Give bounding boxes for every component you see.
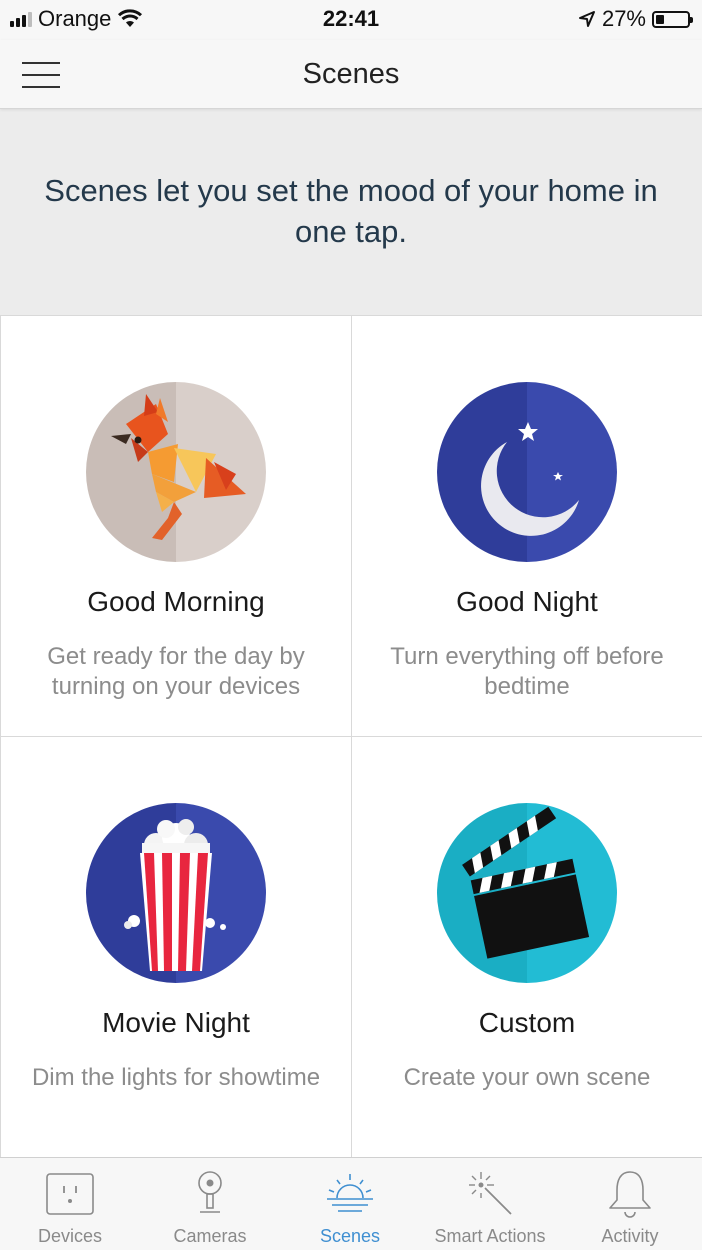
page-title: Scenes [302,58,400,90]
scene-title: Custom [478,1007,576,1038]
scene-card-good-morning[interactable]: Good Morning Get ready for the day by tu… [0,315,351,736]
status-bar: Orange 22:41 27% [0,0,702,40]
scene-card-movie-night[interactable]: Movie Night Dim the lights for showtime [0,736,351,1157]
tab-activity[interactable]: Activity [560,1158,700,1250]
outlet-icon [46,1173,94,1215]
tab-scenes[interactable]: Scenes [280,1158,420,1250]
scene-title: Good Night [456,586,598,617]
tab-label: Activity [601,1226,659,1246]
scene-description: Get ready for the day by turning on your… [47,643,305,700]
bell-icon [609,1171,651,1218]
location-arrow-icon [578,11,595,27]
scene-description: Turn everything off before bedtime [390,643,664,700]
scene-description: Dim the lights for showtime [31,1064,321,1091]
tab-label: Devices [37,1226,103,1246]
scene-card-custom[interactable]: Custom Create your own scene [351,736,702,1157]
scenes-grid: Good Morning Get ready for the day by tu… [0,315,702,1157]
battery-level [656,14,664,24]
intro-banner: Scenes let you set the mood of your home… [0,110,702,315]
tab-smart-actions[interactable]: Smart Actions [420,1158,560,1250]
moon-icon [437,382,617,562]
rooster-icon [86,382,266,562]
tab-devices[interactable]: Devices [0,1158,140,1250]
battery-percent: 27% [601,6,646,31]
tab-label: Smart Actions [434,1226,546,1246]
camera-icon [198,1171,222,1213]
tab-cameras[interactable]: Cameras [140,1158,280,1250]
battery-group: 27% [578,6,693,32]
magic-wand-icon [469,1172,512,1215]
sunrise-icon [327,1174,373,1212]
tab-bar: Devices Cameras Scenes Smart Actions Act… [0,1157,702,1250]
tab-label: Scenes [319,1226,381,1246]
scene-title: Good Morning [87,586,265,617]
clapperboard-icon [437,803,617,983]
scene-card-good-night[interactable]: Good Night Turn everything off before be… [351,315,702,736]
intro-text: Scenes let you set the mood of your home… [44,172,658,249]
navigation-bar: Scenes [0,40,702,109]
tab-label: Cameras [173,1226,247,1246]
scene-title: Movie Night [102,1007,250,1038]
battery-icon [652,10,693,28]
popcorn-icon [86,803,266,983]
scene-description: Create your own scene [403,1064,651,1091]
